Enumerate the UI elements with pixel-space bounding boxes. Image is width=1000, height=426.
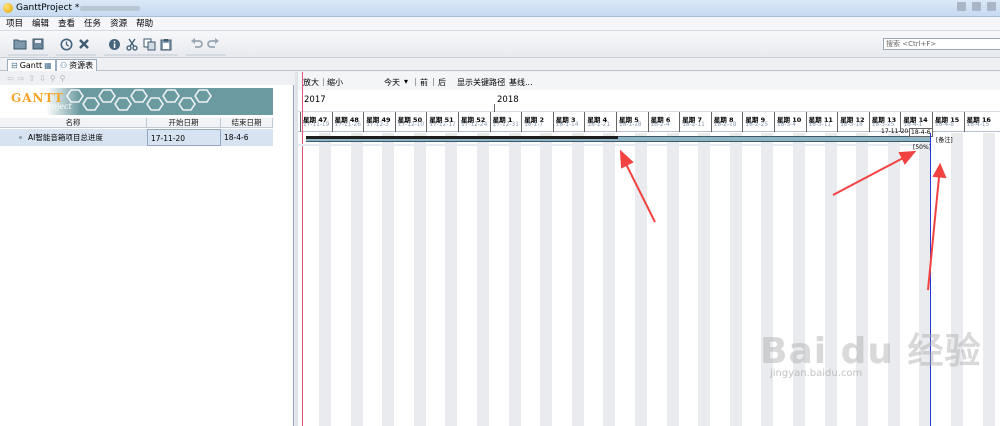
annotation-arrow xyxy=(625,163,656,223)
baidu-jingyan-watermark: Bai du 经验 jingyan.baidu.com xyxy=(760,322,982,379)
arrow-head xyxy=(932,162,947,179)
watermark-url: jingyan.baidu.com xyxy=(770,368,863,379)
watermark-brand: Bai du 经验 xyxy=(760,331,982,372)
annotation-arrow xyxy=(927,176,940,291)
arrow-head xyxy=(619,149,634,169)
arrow-head xyxy=(898,150,917,165)
app-window: GanttProject * 项目 编辑 查看 任务 资源 帮助 搜索 <Ctr… xyxy=(0,0,1000,426)
annotation-arrow xyxy=(832,156,906,196)
